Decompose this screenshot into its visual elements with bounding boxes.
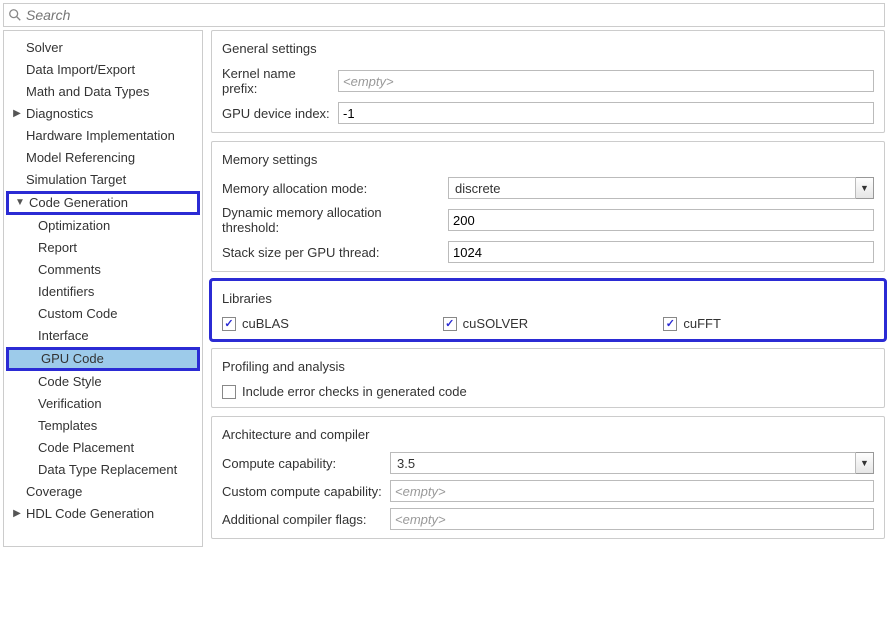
mem-threshold-input[interactable] (448, 209, 874, 231)
tree-item-label: Model Referencing (22, 149, 135, 167)
tree-item[interactable]: Math and Data Types (4, 81, 202, 103)
tree-child[interactable]: Identifiers (4, 281, 202, 303)
tree-child[interactable]: Custom Code (4, 303, 202, 325)
tree-child[interactable]: Optimization (4, 215, 202, 237)
search-icon (8, 8, 22, 22)
tree-item-label: Solver (22, 39, 63, 57)
tree-child[interactable]: Comments (4, 259, 202, 281)
checkbox-icon: ✓ (663, 317, 677, 331)
compiler-flags-input[interactable] (390, 508, 874, 530)
sidebar-tree: Solver Data Import/Export Math and Data Ty… (3, 30, 203, 547)
compiler-flags-label: Additional compiler flags: (222, 512, 390, 527)
include-errors-label: Include error checks in generated code (242, 384, 467, 399)
general-settings-section: General settings Kernel name prefix: GPU… (211, 30, 885, 133)
tree-item[interactable]: Simulation Target (4, 169, 202, 191)
expand-arrow-icon: ▶ (12, 505, 22, 523)
tree-item-label: Simulation Target (22, 171, 126, 189)
custom-compute-input[interactable] (390, 480, 874, 502)
checkbox-icon: ✓ (222, 317, 236, 331)
dropdown-icon[interactable]: ▼ (856, 452, 874, 474)
mem-mode-label: Memory allocation mode: (222, 181, 448, 196)
kernel-prefix-input[interactable] (338, 70, 874, 92)
libraries-section: Libraries ✓ cuBLAS ✓ cuSOLVER ✓ cuFFT (211, 280, 885, 340)
tree-child[interactable]: Code Style (4, 371, 202, 393)
cublas-label: cuBLAS (242, 316, 289, 331)
tree-item-label: Data Import/Export (22, 61, 135, 79)
section-title: Profiling and analysis (222, 357, 874, 374)
tree-child[interactable]: Interface (4, 325, 202, 347)
section-title: Architecture and compiler (222, 425, 874, 442)
tree-child[interactable]: Code Placement (4, 437, 202, 459)
compute-cap-label: Compute capability: (222, 456, 390, 471)
tree-item-label: Diagnostics (22, 105, 93, 123)
tree-item[interactable]: ▼Code Generation (7, 192, 199, 214)
search-bar (3, 3, 885, 27)
cufft-check[interactable]: ✓ cuFFT (663, 316, 874, 331)
tree-child[interactable]: Verification (4, 393, 202, 415)
profiling-section: Profiling and analysis Include error che… (211, 348, 885, 408)
checkbox-icon: ✓ (443, 317, 457, 331)
tree-child[interactable]: Templates (4, 415, 202, 437)
tree-child[interactable]: Data Type Replacement (4, 459, 202, 481)
section-title: General settings (222, 39, 874, 56)
search-input[interactable] (26, 7, 880, 23)
tree-item[interactable]: ▶HDL Code Generation (4, 503, 202, 525)
dropdown-icon[interactable]: ▼ (856, 177, 874, 199)
tree-item[interactable]: Hardware Implementation (4, 125, 202, 147)
checkbox-icon (222, 385, 236, 399)
mem-mode-value: discrete (448, 177, 856, 199)
tree-child[interactable]: Report (4, 237, 202, 259)
cublas-check[interactable]: ✓ cuBLAS (222, 316, 433, 331)
tree-item[interactable]: Coverage (4, 481, 202, 503)
cufft-label: cuFFT (683, 316, 721, 331)
compute-cap-select[interactable]: 3.5 ▼ (390, 452, 874, 474)
tree-item-label: Math and Data Types (22, 83, 149, 101)
tree-item-label: HDL Code Generation (22, 505, 154, 523)
tree-item-label: Coverage (22, 483, 82, 501)
cusolver-check[interactable]: ✓ cuSOLVER (443, 316, 654, 331)
tree-item[interactable]: Model Referencing (4, 147, 202, 169)
stack-size-input[interactable] (448, 241, 874, 263)
main-panel: General settings Kernel name prefix: GPU… (211, 30, 885, 547)
expand-arrow-icon: ▶ (12, 105, 22, 123)
tree-item-label: Hardware Implementation (22, 127, 175, 145)
tree-item[interactable]: Solver (4, 37, 202, 59)
section-title: Libraries (222, 289, 874, 306)
gpu-index-input[interactable] (338, 102, 874, 124)
kernel-prefix-label: Kernel name prefix: (222, 66, 338, 96)
mem-threshold-label: Dynamic memory allocation threshold: (222, 205, 448, 235)
gpu-index-label: GPU device index: (222, 106, 338, 121)
tree-child[interactable]: GPU Code (7, 348, 199, 370)
stack-size-label: Stack size per GPU thread: (222, 245, 448, 260)
tree-item-label: Code Generation (25, 194, 128, 212)
compute-cap-value: 3.5 (390, 452, 856, 474)
expand-arrow-icon: ▼ (15, 194, 25, 212)
cusolver-label: cuSOLVER (463, 316, 529, 331)
tree-item[interactable]: ▶Diagnostics (4, 103, 202, 125)
custom-compute-label: Custom compute capability: (222, 484, 390, 499)
include-errors-check[interactable]: Include error checks in generated code (222, 384, 874, 399)
tree-item[interactable]: Data Import/Export (4, 59, 202, 81)
memory-settings-section: Memory settings Memory allocation mode: … (211, 141, 885, 272)
mem-mode-select[interactable]: discrete ▼ (448, 177, 874, 199)
architecture-section: Architecture and compiler Compute capabi… (211, 416, 885, 539)
section-title: Memory settings (222, 150, 874, 167)
